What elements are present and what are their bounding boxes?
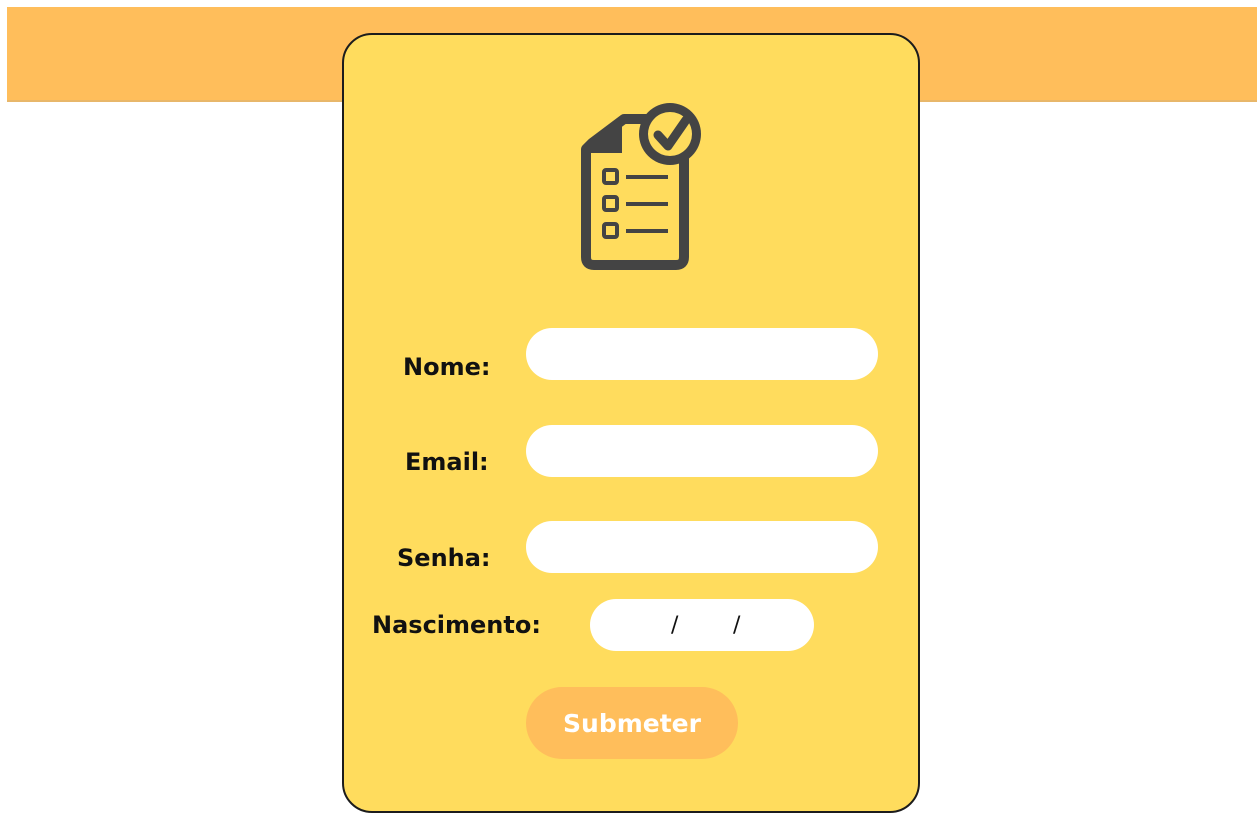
password-label: Senha: (397, 544, 491, 572)
signup-card: Nome: Email: Senha: Nascimento: / / Subm… (342, 33, 920, 813)
email-label: Email: (405, 448, 489, 476)
password-input[interactable] (526, 521, 878, 573)
birthdate-label: Nascimento: (372, 611, 541, 639)
submit-button[interactable]: Submeter (526, 687, 738, 759)
checklist-document-icon (581, 103, 701, 270)
name-label: Nome: (403, 353, 491, 381)
name-input[interactable] (526, 328, 878, 380)
birthdate-input[interactable]: / / (590, 599, 814, 651)
email-input[interactable] (526, 425, 878, 477)
